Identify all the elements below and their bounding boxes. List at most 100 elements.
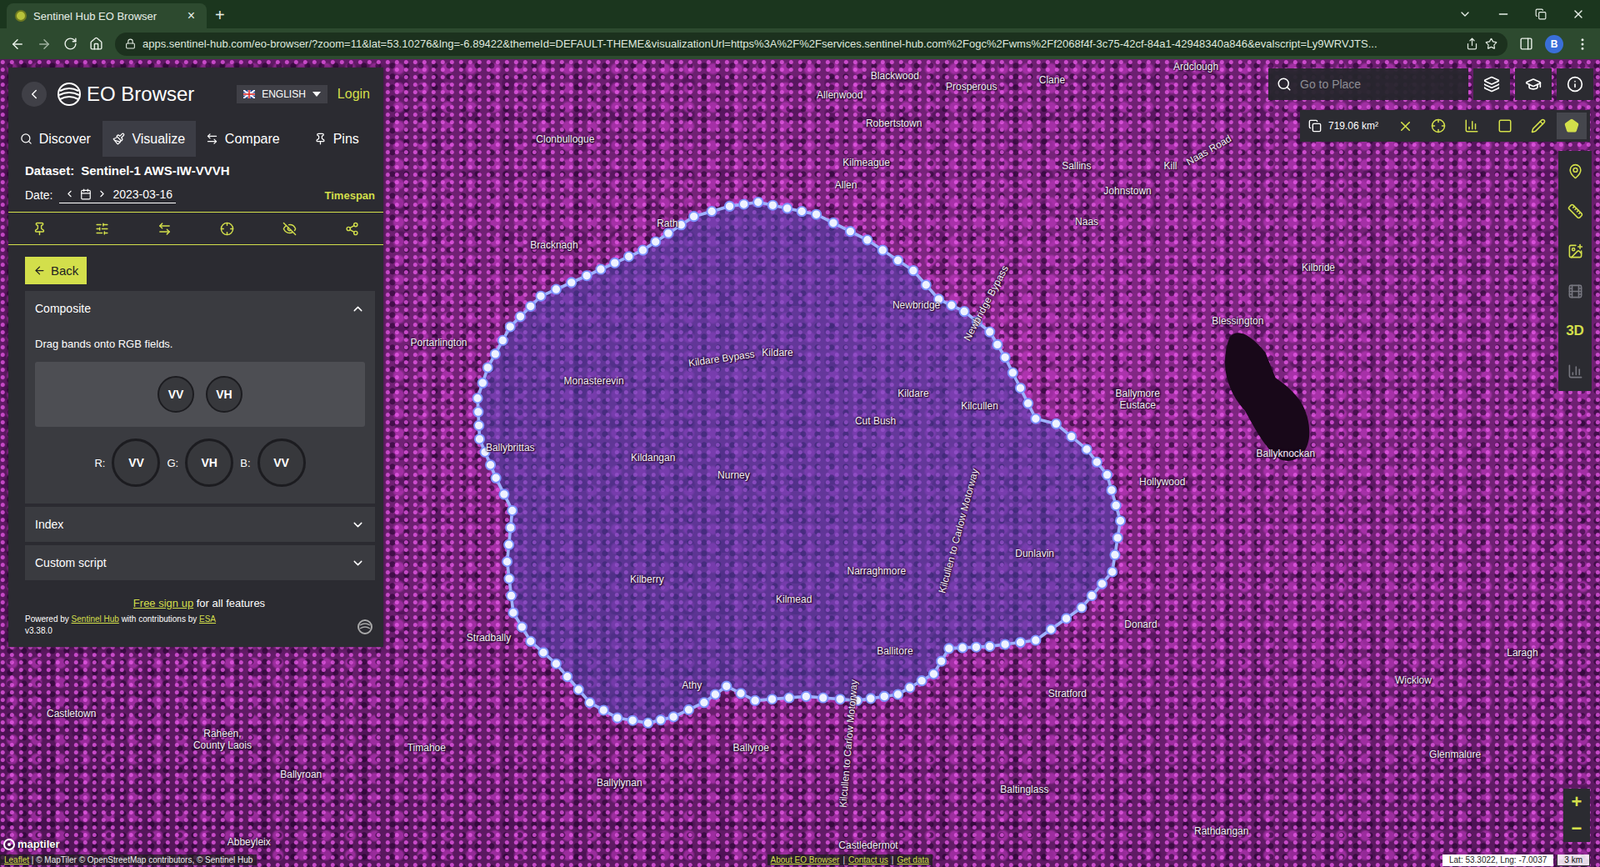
polygon-vertex[interactable]: [929, 669, 939, 679]
map-tool-button[interactable]: [1558, 190, 1592, 231]
compare-icon[interactable]: [157, 221, 172, 236]
polygon-vertex[interactable]: [551, 284, 561, 294]
polygon-vertex[interactable]: [517, 621, 527, 631]
polygon-vertex[interactable]: [504, 573, 514, 583]
polygon-vertex[interactable]: [1113, 532, 1123, 542]
pin-icon[interactable]: [32, 221, 47, 236]
polygon-vertex[interactable]: [498, 335, 508, 345]
polygon-vertex[interactable]: [551, 659, 561, 669]
polygon-vertex[interactable]: [1087, 590, 1097, 600]
tab-close-button[interactable]: ×: [184, 8, 199, 24]
polygon-vertex[interactable]: [828, 218, 838, 228]
polygon-vertex[interactable]: [936, 656, 946, 666]
accordion-header[interactable]: Custom script: [25, 545, 375, 580]
band-chip[interactable]: VV: [157, 375, 195, 413]
tutorial-button[interactable]: [1515, 68, 1552, 100]
rgb-slot[interactable]: VV: [111, 438, 160, 487]
polygon-vertex[interactable]: [699, 697, 709, 707]
polygon-vertex[interactable]: [1106, 485, 1116, 495]
accordion-header[interactable]: Composite: [25, 290, 375, 326]
polygon-vertex[interactable]: [784, 692, 794, 702]
polygon-vertex[interactable]: [801, 691, 811, 701]
polygon-vertex[interactable]: [504, 540, 514, 550]
polygon-vertex[interactable]: [1111, 500, 1121, 510]
esa-link[interactable]: ESA: [199, 614, 216, 624]
polygon-vertex[interactable]: [865, 693, 875, 703]
polygon-vertex[interactable]: [599, 705, 609, 715]
polygon-vertex[interactable]: [624, 251, 634, 261]
polygon-vertex[interactable]: [669, 711, 679, 721]
polygon-vertex[interactable]: [490, 349, 500, 359]
maptiler-logo[interactable]: maptiler: [3, 837, 60, 850]
polygon-vertex[interactable]: [725, 201, 735, 211]
panel-tab[interactable]: Discover: [8, 120, 103, 157]
polygon-vertex[interactable]: [1015, 383, 1025, 393]
lock-icon[interactable]: [125, 38, 136, 50]
center-aoi-button[interactable]: [1423, 112, 1454, 140]
polygon-vertex[interactable]: [1061, 613, 1071, 623]
close-window-icon[interactable]: [1571, 7, 1585, 21]
aoi-polygon[interactable]: [477, 202, 1120, 724]
polygon-vertex[interactable]: [880, 691, 890, 701]
polygon-vertex[interactable]: [650, 236, 660, 246]
polygon-vertex[interactable]: [1008, 367, 1018, 377]
back-arrow-icon[interactable]: [10, 36, 25, 52]
polygon-vertex[interactable]: [525, 301, 535, 311]
polygon-vertex[interactable]: [921, 280, 931, 290]
menu-dots-icon[interactable]: [1575, 36, 1590, 52]
polygon-vertex[interactable]: [753, 197, 763, 207]
polygon-vertex[interactable]: [610, 258, 620, 268]
polygon-vertex[interactable]: [1081, 444, 1091, 454]
copy-icon[interactable]: [1308, 119, 1322, 133]
polygon-vertex[interactable]: [508, 607, 518, 617]
polygon-vertex[interactable]: [946, 300, 956, 310]
signup-link[interactable]: Free sign up: [133, 596, 194, 610]
share-icon[interactable]: [1465, 37, 1479, 50]
forward-arrow-icon[interactable]: [36, 36, 52, 52]
polygon-vertex[interactable]: [574, 685, 584, 695]
polygon-vertex[interactable]: [1051, 419, 1061, 429]
map-tool-button[interactable]: [1558, 230, 1592, 271]
polygon-vertex[interactable]: [893, 255, 903, 265]
polygon-vertex[interactable]: [506, 590, 516, 600]
polygon-vertex[interactable]: [689, 211, 699, 221]
polygon-vertex[interactable]: [721, 681, 731, 691]
back-button[interactable]: Back: [25, 256, 87, 285]
layers-button[interactable]: [1473, 68, 1510, 100]
polygon-vertex[interactable]: [735, 688, 745, 698]
polygon-vertex[interactable]: [505, 321, 515, 331]
zoom-in-button[interactable]: +: [1563, 788, 1590, 815]
polygon-vertex[interactable]: [505, 522, 515, 532]
zoom-out-button[interactable]: −: [1563, 815, 1590, 842]
new-tab-button[interactable]: +: [206, 5, 234, 29]
profile-avatar[interactable]: B: [1545, 35, 1564, 54]
map[interactable]: BlackwoodClaneArdcloughAllenwoodProspero…: [0, 59, 1600, 867]
polygon-vertex[interactable]: [1000, 352, 1010, 362]
polygon-vertex[interactable]: [960, 306, 970, 316]
polygon-vertex[interactable]: [905, 682, 915, 692]
polygon-vertex[interactable]: [992, 340, 1002, 350]
polygon-vertex[interactable]: [782, 203, 792, 213]
polygon-vertex[interactable]: [483, 362, 493, 372]
polygon-vertex[interactable]: [538, 647, 548, 657]
polygon-vertex[interactable]: [739, 199, 749, 209]
login-link[interactable]: Login: [337, 86, 370, 102]
reload-icon[interactable]: [63, 36, 78, 51]
polygon-vertex[interactable]: [1115, 515, 1125, 525]
band-chip[interactable]: VH: [205, 375, 243, 413]
polygon-vertex[interactable]: [1023, 398, 1033, 408]
polygon-vertex[interactable]: [706, 206, 716, 216]
polygon-vertex[interactable]: [684, 705, 694, 715]
polygon-vertex[interactable]: [473, 406, 483, 416]
browser-tab[interactable]: Sentinel Hub EO Browser×: [6, 3, 207, 29]
polygon-vertex[interactable]: [862, 235, 872, 245]
polygon-vertex[interactable]: [944, 643, 954, 653]
polygon-vertex[interactable]: [628, 715, 638, 725]
place-search[interactable]: Go to Place: [1268, 68, 1469, 100]
polygon-vertex[interactable]: [475, 434, 485, 444]
polygon-vertex[interactable]: [1015, 637, 1025, 647]
polygon-vertex[interactable]: [1102, 470, 1112, 480]
home-icon[interactable]: [89, 36, 104, 51]
leaflet-link[interactable]: Leaflet: [4, 855, 30, 865]
rgb-slot[interactable]: VV: [257, 438, 306, 487]
